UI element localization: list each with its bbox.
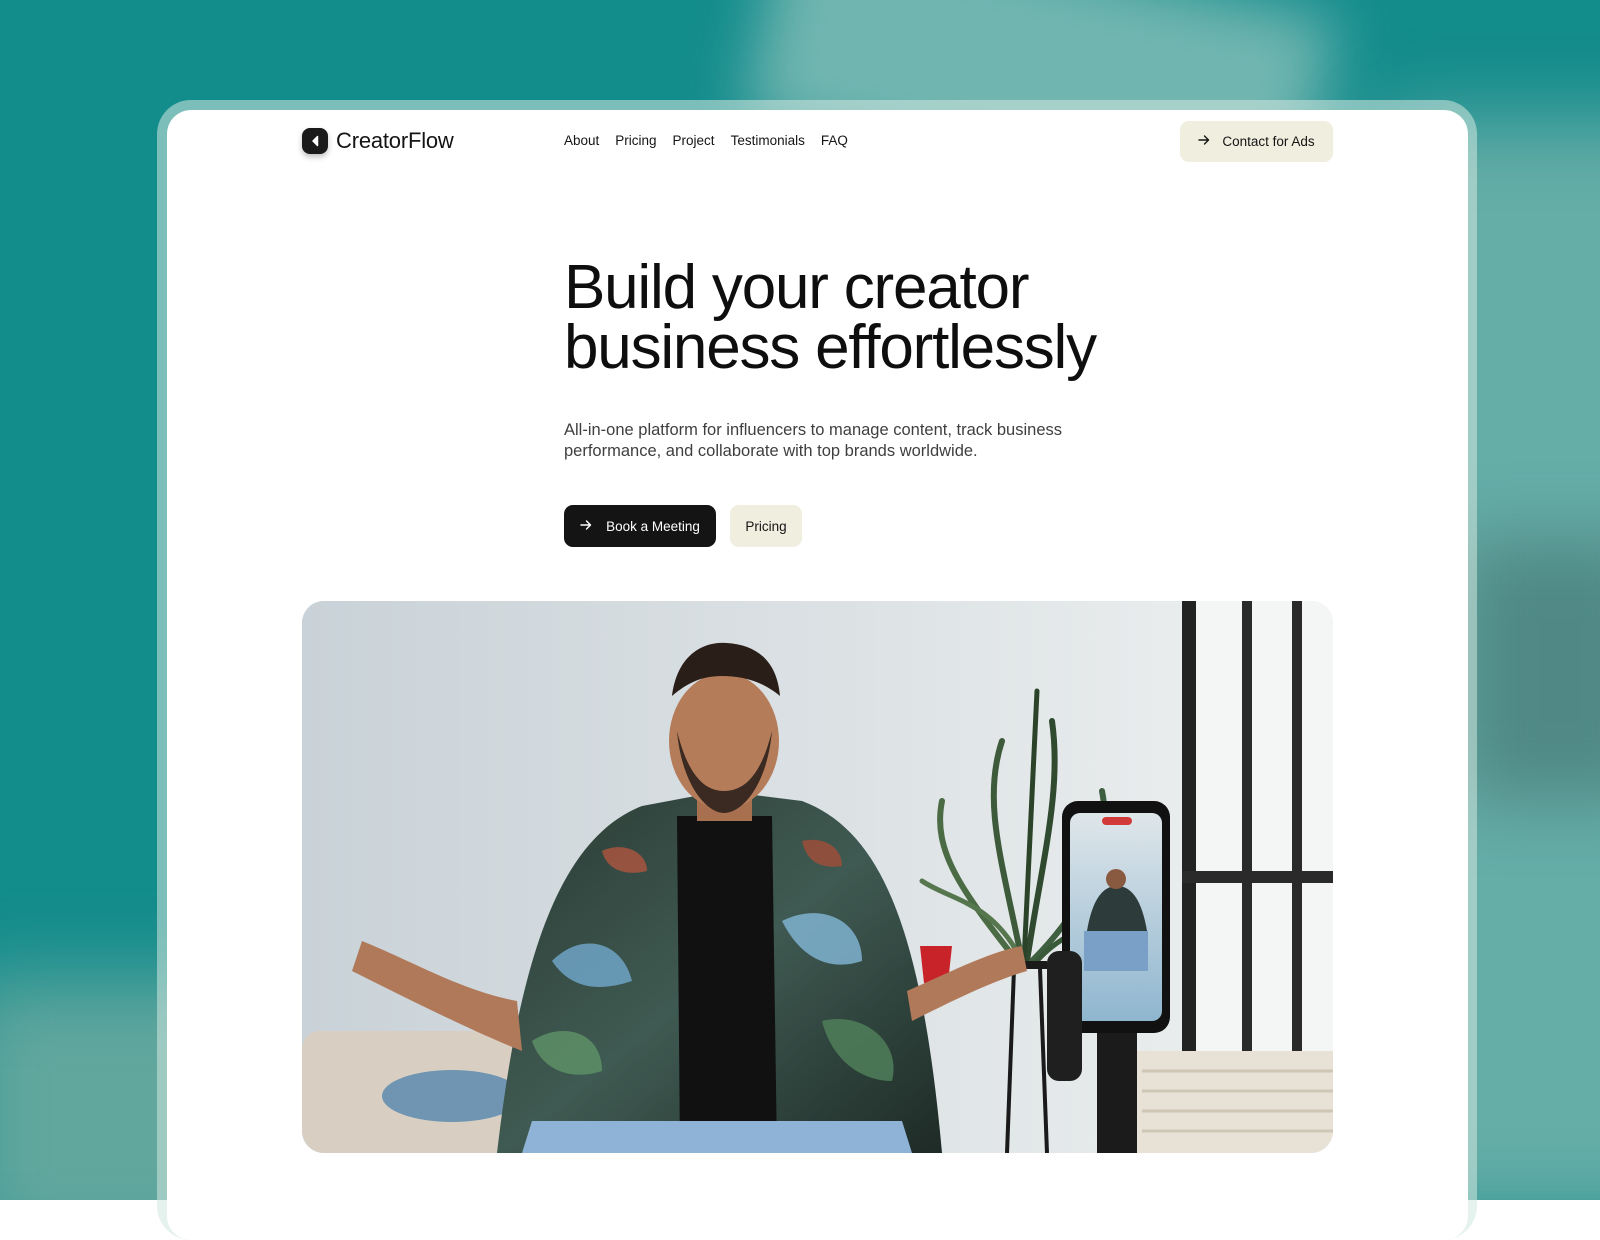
nav-link-pricing[interactable]: Pricing bbox=[615, 133, 656, 148]
pricing-button[interactable]: Pricing bbox=[730, 505, 802, 547]
hero-image bbox=[302, 601, 1333, 1153]
landing-page-window: CreatorFlow About Pricing Project Testim… bbox=[167, 110, 1468, 1240]
arrow-right-icon bbox=[1198, 134, 1210, 149]
nav-link-project[interactable]: Project bbox=[673, 133, 715, 148]
hero-actions: Book a Meeting Pricing bbox=[564, 505, 802, 547]
top-navigation: CreatorFlow About Pricing Project Testim… bbox=[302, 121, 1333, 162]
hero-subtitle-line-1: All-in-one platform for influencers to m… bbox=[564, 421, 1062, 439]
hero-subtitle-line-2: performance, and collaborate with top br… bbox=[564, 442, 978, 460]
contact-for-ads-button[interactable]: Contact for Ads bbox=[1180, 121, 1333, 162]
nav-links: About Pricing Project Testimonials FAQ bbox=[564, 133, 848, 148]
nav-link-about[interactable]: About bbox=[564, 133, 599, 148]
chevron-left-logo-icon bbox=[302, 128, 328, 154]
pricing-button-label: Pricing bbox=[745, 519, 786, 534]
hero-title-line-2: business effortlessly bbox=[564, 313, 1096, 382]
brand-name: CreatorFlow bbox=[336, 128, 454, 154]
hero-subtitle: All-in-one platform for influencers to m… bbox=[564, 420, 1124, 462]
hero-title: Build your creator business effortlessly bbox=[564, 258, 1184, 378]
brand-logo[interactable]: CreatorFlow bbox=[302, 128, 454, 154]
hero-title-line-1: Build your creator bbox=[564, 253, 1028, 322]
contact-button-label: Contact for Ads bbox=[1222, 134, 1314, 149]
nav-link-testimonials[interactable]: Testimonials bbox=[731, 133, 805, 148]
book-meeting-label: Book a Meeting bbox=[606, 519, 700, 534]
arrow-right-icon bbox=[580, 519, 592, 534]
book-meeting-button[interactable]: Book a Meeting bbox=[564, 505, 716, 547]
nav-link-faq[interactable]: FAQ bbox=[821, 133, 848, 148]
